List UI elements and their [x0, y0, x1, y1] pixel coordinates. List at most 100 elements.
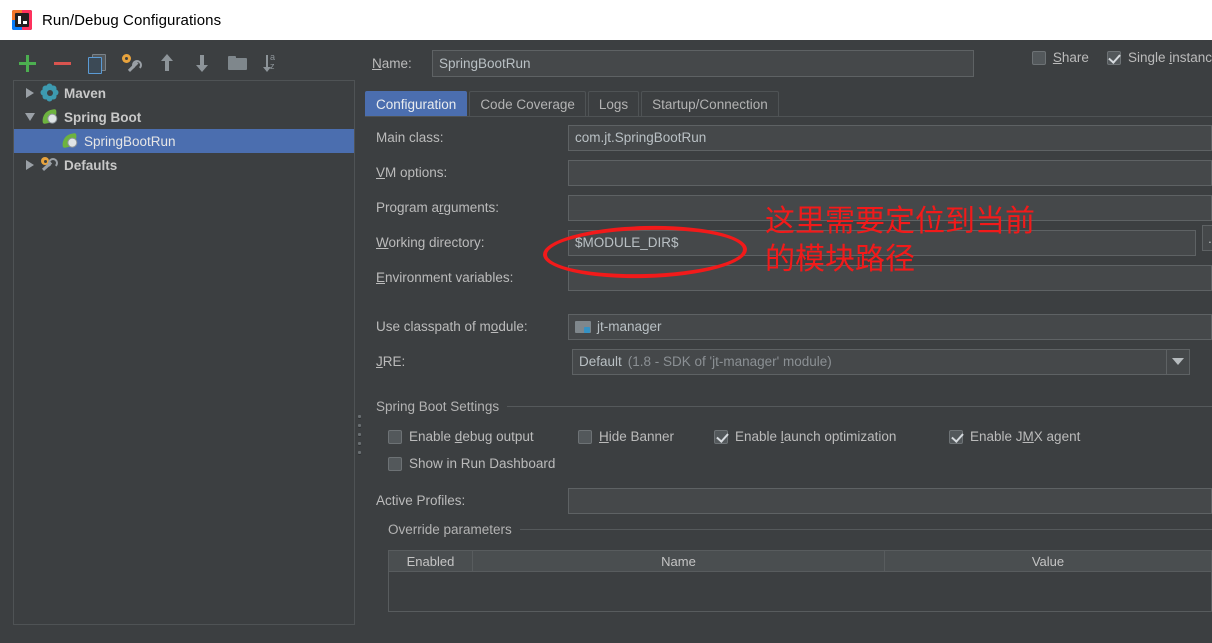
checkbox-box	[1031, 50, 1046, 65]
arrow-up-icon	[160, 54, 174, 72]
tree-item-defaults[interactable]: Defaults	[14, 153, 354, 177]
run-debug-configurations-dialog: Run/Debug Configurations a z Maven Sprin…	[0, 0, 1212, 643]
checkbox-box	[388, 429, 402, 444]
tree-item-springbootrun[interactable]: SpringBootRun	[14, 129, 354, 153]
sort-az-icon: az	[270, 51, 276, 71]
enable-jmx-agent-label: Enable JMX agent	[970, 429, 1081, 444]
single-instance-checkbox[interactable]: Single instanc	[1106, 50, 1212, 65]
sort-configurations-button[interactable]: az	[259, 50, 285, 76]
copy-icon	[88, 53, 106, 74]
expander-expanded-icon[interactable]	[20, 113, 40, 121]
show-in-run-dashboard-label: Show in Run Dashboard	[409, 456, 556, 471]
enable-launch-optimization-checkbox[interactable]: Enable launch optimization	[714, 429, 949, 444]
main-class-row: Main class: com.jt.SpringBootRun	[364, 120, 1212, 155]
tab-configuration[interactable]: Configuration	[365, 91, 468, 117]
table-body-empty[interactable]	[388, 572, 1212, 612]
window-title: Run/Debug Configurations	[42, 11, 222, 29]
module-icon	[575, 320, 591, 334]
splitter-grip[interactable]	[358, 415, 362, 459]
tree-item-label: SpringBootRun	[84, 133, 176, 149]
minus-icon	[53, 54, 71, 72]
vm-options-input[interactable]	[568, 159, 1212, 186]
override-parameters-title: Override parameters	[388, 521, 512, 537]
name-label: Name:	[372, 55, 412, 71]
add-configuration-button[interactable]	[14, 50, 40, 76]
share-label: Share	[1052, 50, 1089, 65]
spring-boot-settings-section: Spring Boot Settings	[376, 395, 1212, 417]
hide-banner-checkbox[interactable]: Hide Banner	[578, 429, 714, 444]
name-input[interactable]: SpringBootRun	[432, 49, 974, 77]
active-profiles-input[interactable]	[568, 487, 1212, 514]
single-instance-label: Single instanc	[1127, 50, 1212, 65]
plus-icon	[18, 54, 36, 72]
checkbox-box	[388, 456, 402, 471]
enable-debug-output-checkbox[interactable]: Enable debug output	[388, 429, 578, 444]
chevron-down-icon[interactable]	[1166, 348, 1190, 375]
column-header-value[interactable]: Value	[885, 551, 1211, 571]
program-arguments-input[interactable]	[568, 194, 1212, 221]
create-folder-button[interactable]	[224, 50, 250, 76]
tab-startup-connection[interactable]: Startup/Connection	[641, 91, 779, 117]
spring-boot-settings-title: Spring Boot Settings	[376, 398, 500, 414]
spring-leaf-icon	[60, 132, 80, 150]
wrench-gear-icon	[122, 53, 142, 73]
panel-splitter[interactable]	[356, 40, 364, 643]
edit-defaults-button[interactable]	[119, 50, 145, 76]
column-header-enabled[interactable]: Enabled	[389, 551, 473, 571]
environment-variables-input[interactable]	[568, 264, 1212, 291]
use-classpath-of-module-combo[interactable]: jt-manager	[568, 313, 1212, 340]
configurations-tree[interactable]: Maven Spring Boot SpringBootRun Defaults	[13, 80, 355, 625]
folder-icon	[227, 55, 247, 71]
move-down-button[interactable]	[189, 50, 215, 76]
checkbox-box	[1106, 50, 1121, 65]
spring-boot-settings-checkbox-row-2: Show in Run Dashboard	[388, 456, 1212, 471]
active-profiles-label: Active Profiles:	[376, 493, 466, 508]
wrench-gear-icon	[40, 156, 60, 174]
enable-jmx-agent-checkbox[interactable]: Enable JMX agent	[949, 429, 1080, 444]
jre-combo[interactable]: Default (1.8 - SDK of 'jt-manager' modul…	[572, 348, 1190, 375]
working-directory-row: Working directory: $MODULE_DIR$ ...	[364, 225, 1212, 260]
spring-leaf-icon	[40, 108, 60, 126]
maven-gear-icon	[40, 84, 60, 102]
expander-collapsed-icon-2[interactable]	[20, 160, 40, 170]
tree-item-spring-boot[interactable]: Spring Boot	[14, 105, 354, 129]
enable-launch-optimization-label: Enable launch optimization	[735, 429, 897, 444]
expander-collapsed-icon[interactable]	[20, 88, 40, 98]
title-bar: Run/Debug Configurations	[0, 0, 1212, 41]
main-class-input[interactable]: com.jt.SpringBootRun	[568, 124, 1212, 151]
show-in-run-dashboard-checkbox[interactable]: Show in Run Dashboard	[388, 456, 555, 471]
tabs-divider	[365, 116, 1212, 117]
tab-code-coverage[interactable]: Code Coverage	[469, 91, 586, 117]
jre-row: JRE: Default (1.8 - SDK of 'jt-manager' …	[364, 344, 1212, 379]
override-parameters-table[interactable]: Enabled Name Value	[388, 550, 1212, 612]
tab-logs[interactable]: Logs	[587, 91, 640, 117]
program-arguments-label: Program arguments:	[376, 200, 500, 215]
configurations-panel: az Maven Spring Boot SpringBootRun Defau…	[0, 40, 356, 643]
dialog-body: az Maven Spring Boot SpringBootRun Defau…	[0, 40, 1212, 643]
jre-value-hint: (1.8 - SDK of 'jt-manager' module)	[627, 354, 832, 369]
working-directory-browse-button[interactable]: ...	[1202, 225, 1212, 251]
jre-value: Default	[579, 354, 622, 369]
column-header-name[interactable]: Name	[473, 551, 885, 571]
tree-item-label: Spring Boot	[64, 109, 142, 125]
copy-configuration-button[interactable]	[84, 50, 110, 76]
vm-options-row: VM options:	[364, 155, 1212, 190]
hide-banner-label: Hide Banner	[599, 429, 675, 444]
section-rule	[507, 405, 1212, 407]
header-checkboxes: Share Single instanc	[1031, 50, 1212, 65]
main-class-label: Main class:	[376, 130, 444, 145]
remove-configuration-button[interactable]	[49, 50, 75, 76]
share-checkbox[interactable]: Share	[1031, 50, 1089, 65]
table-header-row: Enabled Name Value	[388, 550, 1212, 572]
jre-label: JRE:	[376, 354, 406, 369]
tree-item-label: Maven	[64, 85, 107, 101]
working-directory-input[interactable]: $MODULE_DIR$	[568, 229, 1196, 256]
checkbox-box	[578, 429, 592, 444]
editor-tabs: Configuration Code Coverage Logs Startup…	[365, 90, 1212, 117]
program-arguments-row: Program arguments:	[364, 190, 1212, 225]
tree-item-maven[interactable]: Maven	[14, 81, 354, 105]
use-classpath-of-module-row: Use classpath of module: jt-manager	[364, 309, 1212, 344]
use-classpath-of-module-value: jt-manager	[597, 319, 662, 334]
use-classpath-of-module-label: Use classpath of module:	[376, 319, 528, 334]
move-up-button[interactable]	[154, 50, 180, 76]
